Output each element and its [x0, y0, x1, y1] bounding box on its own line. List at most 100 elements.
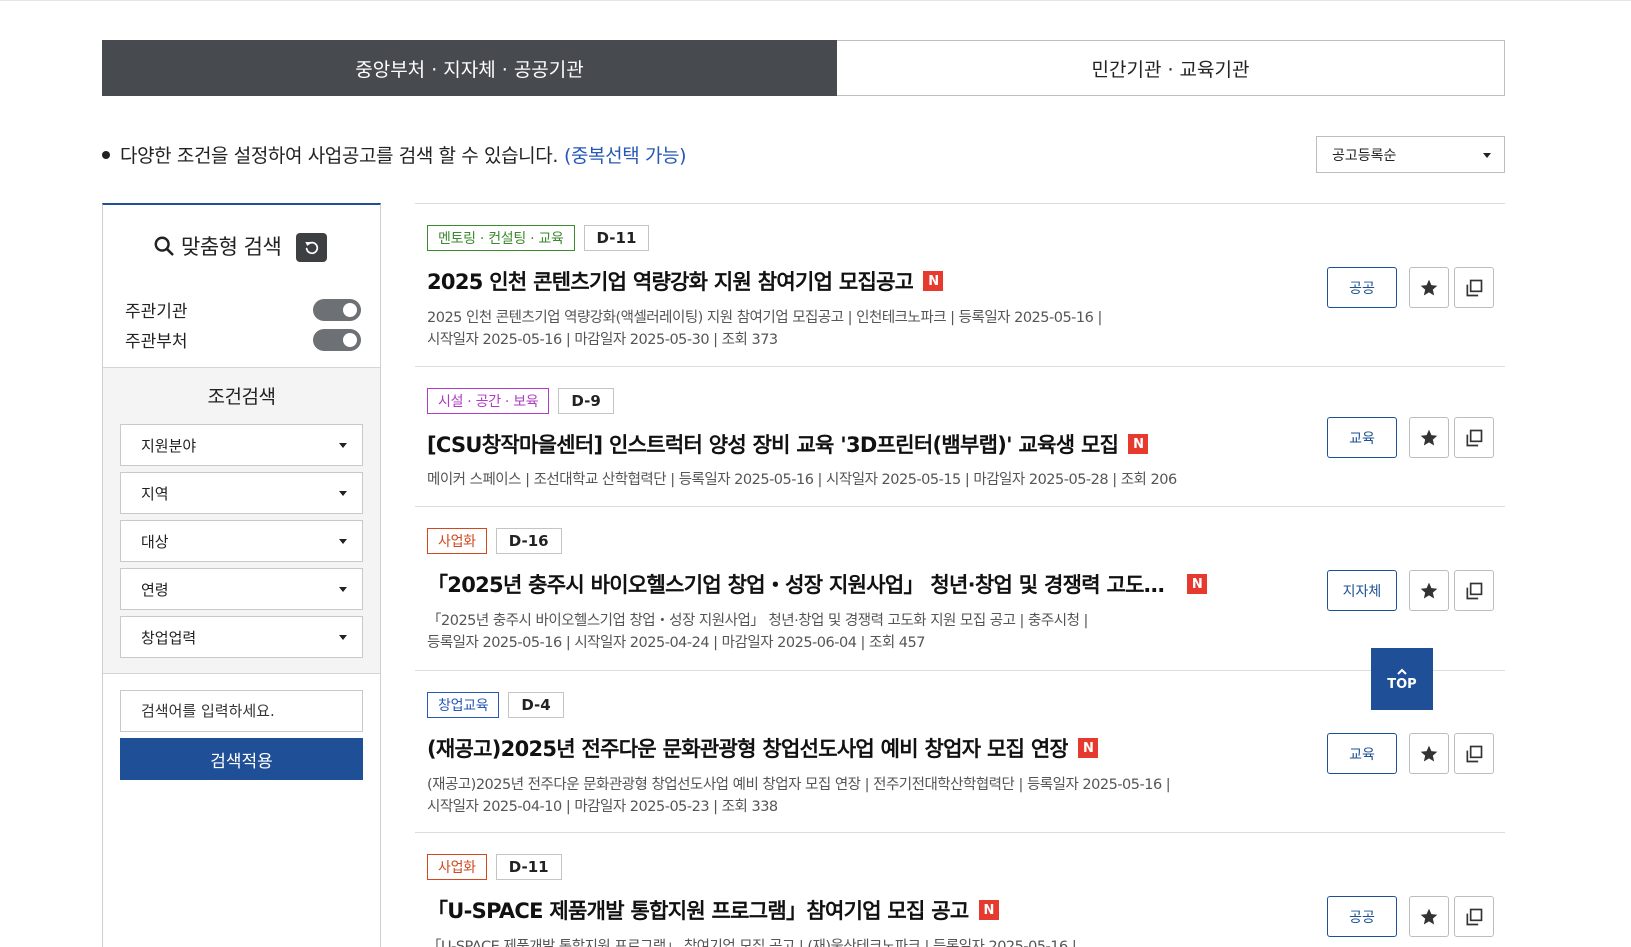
sort-selected-value: 공고등록순	[1332, 147, 1397, 164]
star-icon	[1420, 582, 1438, 598]
region-select[interactable]: 지역	[120, 472, 363, 514]
list-item[interactable]: 시설 · 공간 · 보육 D-9 [CSU창작마을센터] 인스트럭터 양성 장비…	[415, 367, 1505, 507]
tab-public-agencies[interactable]: 중앙부처 · 지자체 · 공공기관	[102, 40, 837, 96]
category-badge: 시설 · 공간 · 보육	[427, 388, 550, 414]
apply-search-button[interactable]: 검색적용	[120, 738, 363, 780]
star-icon	[1420, 279, 1438, 295]
info-text: 다양한 조건을 설정하여 사업공고를 검색 할 수 있습니다.	[120, 145, 558, 167]
select-label: 창업업력	[141, 628, 197, 647]
reset-button[interactable]	[296, 233, 327, 262]
custom-search-label: 맞춤형 검색	[181, 235, 282, 259]
item-title[interactable]: (재공고)2025년 전주다운 문화관광형 창업선도사업 예비 창업자 모집 연…	[427, 733, 1099, 763]
top-divider	[0, 0, 1631, 1]
dday-badge: D-9	[558, 388, 614, 414]
type-button[interactable]: 지자체	[1327, 570, 1397, 611]
scroll-top-button[interactable]: TOP	[1371, 648, 1433, 710]
select-label: 연령	[141, 580, 169, 599]
item-tags: 사업화 D-16	[427, 528, 562, 554]
star-icon	[1420, 429, 1438, 445]
bookmark-button[interactable]	[1409, 733, 1449, 774]
item-tags: 사업화 D-11	[427, 854, 562, 880]
type-button[interactable]: 교육	[1327, 733, 1397, 774]
chevron-down-icon	[339, 635, 347, 640]
category-badge: 멘토링 · 컨설팅 · 교육	[427, 225, 575, 251]
copy-button[interactable]	[1454, 733, 1494, 774]
item-meta: 2025 인천 콘텐츠기업 역량강화(액셀러레이팅) 지원 참여기업 모집공고 …	[427, 307, 1102, 351]
item-title[interactable]: 2025 인천 콘텐츠기업 역량강화 지원 참여기업 모집공고 N	[427, 266, 944, 296]
copy-button[interactable]	[1454, 570, 1494, 611]
search-icon	[154, 236, 174, 256]
item-title-text: [CSU창작마을센터] 인스트럭터 양성 장비 교육 '3D프린터(뱀부랩)' …	[427, 433, 1119, 457]
item-meta-line: 2025 인천 콘텐츠기업 역량강화(액셀러레이팅) 지원 참여기업 모집공고 …	[427, 310, 1102, 326]
chevron-down-icon	[1483, 153, 1491, 158]
chevron-up-icon	[1397, 668, 1407, 675]
refresh-icon	[304, 241, 318, 254]
bookmark-button[interactable]	[1409, 896, 1449, 937]
item-actions: 공공	[1327, 267, 1494, 308]
select-label: 지역	[141, 484, 169, 503]
copy-icon	[1466, 582, 1483, 599]
item-actions: 교육	[1327, 417, 1494, 458]
toggle-row-host-ministry: 주관부처	[125, 327, 361, 352]
target-select[interactable]: 대상	[120, 520, 363, 562]
condition-search-title: 조건검색	[207, 386, 276, 408]
item-actions: 지자체	[1327, 570, 1494, 611]
copy-button[interactable]	[1454, 267, 1494, 308]
item-meta: 메이커 스페이스 | 조선대학교 산학협력단 | 등록일자 2025-05-16…	[427, 469, 1177, 491]
copy-button[interactable]	[1454, 896, 1494, 937]
announcement-list: 멘토링 · 컨설팅 · 교육 D-11 2025 인천 콘텐츠기업 역량강화 지…	[415, 203, 1505, 947]
list-item[interactable]: 창업교육 D-4 (재공고)2025년 전주다운 문화관광형 창업선도사업 예비…	[415, 671, 1505, 833]
item-meta-line: 「2025년 충주시 바이오헬스기업 창업・성장 지원사업」 청년·창업 및 경…	[427, 613, 1088, 629]
bookmark-button[interactable]	[1409, 570, 1449, 611]
copy-icon	[1466, 429, 1483, 446]
item-title-text: 2025 인천 콘텐츠기업 역량강화 지원 참여기업 모집공고	[427, 270, 914, 294]
chevron-down-icon	[339, 587, 347, 592]
list-item[interactable]: 사업화 D-11 「U-SPACE 제품개발 통합지원 프로그램」참여기업 모집…	[415, 833, 1505, 947]
item-title-text: (재공고)2025년 전주다운 문화관광형 창업선도사업 예비 창업자 모집 연…	[427, 737, 1069, 761]
chevron-down-icon	[339, 539, 347, 544]
category-badge: 사업화	[427, 854, 487, 880]
new-badge: N	[1187, 574, 1207, 594]
host-ministry-toggle[interactable]	[313, 328, 361, 351]
item-title[interactable]: [CSU창작마을센터] 인스트럭터 양성 장비 교육 '3D프린터(뱀부랩)' …	[427, 429, 1149, 459]
item-tags: 시설 · 공간 · 보육 D-9	[427, 388, 614, 414]
item-actions: 공공	[1327, 896, 1494, 937]
item-title[interactable]: 「U-SPACE 제품개발 통합지원 프로그램」참여기업 모집 공고 N	[427, 895, 999, 925]
list-item[interactable]: 사업화 D-16 「2025년 충주시 바이오헬스기업 창업・성장 지원사업」 …	[415, 507, 1505, 671]
tab-private-agencies[interactable]: 민간기관 · 교육기관	[837, 40, 1505, 96]
item-meta-line: (재공고)2025년 전주다운 문화관광형 창업선도사업 예비 창업자 모집 연…	[427, 777, 1171, 793]
item-actions: 교육	[1327, 733, 1494, 774]
dday-badge: D-16	[495, 528, 562, 554]
agency-tabs: 중앙부처 · 지자체 · 공공기관 민간기관 · 교육기관	[102, 40, 1505, 96]
star-icon	[1420, 745, 1438, 761]
category-badge: 사업화	[427, 528, 487, 554]
list-item[interactable]: 멘토링 · 컨설팅 · 교육 D-11 2025 인천 콘텐츠기업 역량강화 지…	[415, 204, 1505, 367]
select-label: 지원분야	[141, 436, 197, 455]
item-tags: 창업교육 D-4	[427, 692, 564, 718]
copy-button[interactable]	[1454, 417, 1494, 458]
item-title-text: 「2025년 충주시 바이오헬스기업 창업・성장 지원사업」 청년·창업 및 경…	[427, 573, 1177, 597]
item-meta-line: 등록일자 2025-05-16 | 시작일자 2025-04-24 | 마감일자…	[427, 635, 925, 651]
bookmark-button[interactable]	[1409, 417, 1449, 458]
item-title[interactable]: 「2025년 충주시 바이오헬스기업 창업・성장 지원사업」 청년·창업 및 경…	[427, 569, 1207, 599]
custom-search-sidebar: 맞춤형 검색 주관기관 주관부처 조건검색 지원분야 지역 대상 연령 창업업력…	[102, 203, 381, 947]
item-meta: 「2025년 충주시 바이오헬스기업 창업・성장 지원사업」 청년·창업 및 경…	[427, 610, 1088, 654]
item-meta: (재공고)2025년 전주다운 문화관광형 창업선도사업 예비 창업자 모집 연…	[427, 774, 1171, 818]
category-badge: 창업교육	[427, 692, 500, 718]
toggle-label: 주관기관	[125, 302, 188, 322]
type-button[interactable]: 교육	[1327, 417, 1397, 458]
sort-select[interactable]: 공고등록순	[1316, 136, 1505, 173]
new-badge: N	[1078, 738, 1099, 758]
bookmark-button[interactable]	[1409, 267, 1449, 308]
scroll-top-label: TOP	[1387, 676, 1417, 692]
business-years-select[interactable]: 창업업력	[120, 616, 363, 658]
item-title-text: 「U-SPACE 제품개발 통합지원 프로그램」참여기업 모집 공고	[427, 899, 969, 923]
age-select[interactable]: 연령	[120, 568, 363, 610]
bullet-icon	[102, 150, 110, 159]
type-button[interactable]: 공공	[1327, 267, 1397, 308]
type-button[interactable]: 공공	[1327, 896, 1397, 937]
select-label: 대상	[141, 532, 169, 551]
host-agency-toggle[interactable]	[313, 298, 361, 321]
support-field-select[interactable]: 지원분야	[120, 424, 363, 466]
keyword-input[interactable]	[120, 690, 363, 732]
